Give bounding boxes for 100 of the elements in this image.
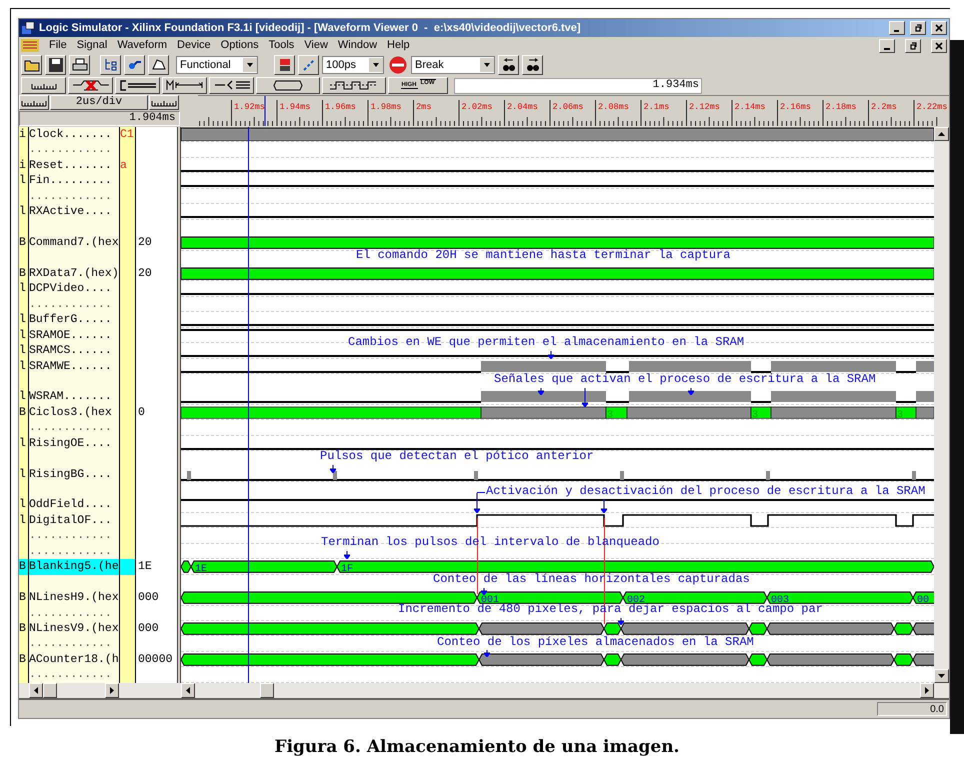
bus-button[interactable]: [256, 77, 320, 94]
toolbar-button[interactable]: [148, 55, 169, 75]
cursor-time-field[interactable]: 1.934ms: [454, 78, 702, 94]
signal-value: 20: [138, 268, 152, 280]
delete-wave-icon: [72, 79, 110, 92]
toolbar-button[interactable]: [100, 55, 121, 75]
signal-type: l: [19, 204, 27, 220]
signal-name[interactable]: Clock.......: [29, 127, 119, 142]
signal-name[interactable]: Ciclos3.(hex: [29, 404, 119, 420]
signal-name[interactable]: RXActive....: [29, 204, 119, 220]
signal-type: B: [19, 621, 27, 636]
time-label: 2.12ms: [689, 102, 720, 112]
signal-name[interactable]: DCPVideo....: [29, 281, 119, 297]
signal-name[interactable]: Reset.......: [29, 158, 119, 174]
signal-name[interactable]: ACounter18.(h: [29, 652, 119, 668]
close-icon: [935, 42, 943, 50]
find-previous-button[interactable]: [498, 55, 519, 75]
hierarchy-icon: [102, 57, 118, 73]
scroll-thumb[interactable]: [260, 683, 274, 698]
menu-item[interactable]: Tools: [268, 37, 294, 54]
scroll-right-button[interactable]: [105, 683, 119, 698]
horizontal-scrollbar[interactable]: [29, 683, 119, 698]
horizontal-scrollbar[interactable]: [181, 683, 934, 698]
zoom-in-button[interactable]: [19, 95, 49, 110]
scroll-right-button[interactable]: [920, 683, 934, 698]
signal-name[interactable]: DigitalOF...: [29, 512, 119, 528]
measure-button[interactable]: [162, 77, 207, 94]
dot-leader: ............: [29, 188, 112, 204]
close-button[interactable]: [931, 21, 947, 35]
menu-item[interactable]: Help: [387, 37, 410, 54]
scroll-left-button[interactable]: [181, 683, 195, 698]
minimize-button[interactable]: [889, 21, 905, 35]
signal-name[interactable]: Fin.........: [29, 173, 119, 189]
dot-leader: ............: [29, 296, 112, 312]
step-button[interactable]: [298, 55, 319, 75]
menu-item[interactable]: View: [304, 37, 328, 54]
menu-item[interactable]: File: [49, 37, 67, 54]
time-label: 1.94ms: [280, 102, 311, 112]
scroll-up-button[interactable]: [934, 127, 949, 141]
arrow-icon: [330, 465, 336, 473]
scroll-down-button[interactable]: [934, 669, 949, 683]
break-select[interactable]: Break: [411, 56, 495, 74]
signal-type: l: [19, 343, 27, 359]
annotation-label: Pulsos que detectan el pótico anterior: [320, 450, 594, 462]
menu-item[interactable]: Device: [177, 37, 211, 54]
signal-name[interactable]: NLinesH9.(hex: [29, 590, 119, 606]
time-label: 2.06ms: [552, 102, 584, 112]
signal-name[interactable]: SRAMOE......: [29, 328, 119, 344]
binoculars-icon: [526, 58, 540, 72]
step-select[interactable]: 100ps: [322, 56, 384, 74]
document-restore-button[interactable]: [905, 38, 921, 52]
signal-name[interactable]: OddField....: [29, 498, 119, 513]
menu-item[interactable]: Signal: [76, 37, 108, 54]
signal-value: 00000: [138, 654, 173, 666]
signal-name[interactable]: SRAMWE......: [29, 358, 119, 374]
signal-name[interactable]: RisingBG....: [29, 466, 119, 482]
signal-name[interactable]: Blanking5.(he: [29, 559, 119, 575]
status-field: 0.0: [877, 702, 947, 716]
menu-item[interactable]: Waveform: [117, 37, 168, 54]
power-on-button[interactable]: [274, 55, 295, 75]
ruler-button[interactable]: [21, 77, 66, 94]
toolbar-button[interactable]: [45, 55, 66, 75]
find-next-button[interactable]: [522, 55, 543, 75]
signal-name[interactable]: WSRAM.......: [29, 389, 119, 405]
printer-icon: [72, 57, 88, 73]
toolbar-button[interactable]: [124, 55, 145, 75]
clock-button[interactable]: [115, 77, 160, 94]
signal-name[interactable]: RXData7.(hex): [29, 266, 119, 282]
scroll-left-button[interactable]: [29, 683, 43, 698]
toolbar-button[interactable]: [21, 55, 42, 75]
signal-name[interactable]: RisingOE....: [29, 436, 119, 452]
bus-value: 002: [627, 595, 646, 605]
signal-name[interactable]: Command7.(hex: [29, 235, 119, 250]
menu-item[interactable]: Options: [220, 37, 259, 54]
signal-type: l: [19, 328, 27, 344]
signal-name[interactable]: NLinesV9.(hex: [29, 621, 119, 636]
bus-wave-icon: [273, 80, 303, 91]
document-minimize-button[interactable]: [879, 38, 895, 52]
vertical-scrollbar[interactable]: [934, 127, 949, 683]
compare-button[interactable]: [209, 77, 254, 94]
mode-select[interactable]: Functional: [176, 56, 258, 74]
scroll-thumb[interactable]: [43, 683, 57, 698]
restore-button[interactable]: [910, 21, 926, 35]
ruler-icon: [21, 98, 47, 106]
toolbar-button[interactable]: [69, 55, 90, 75]
menu-item[interactable]: Window: [338, 37, 378, 54]
figure-caption: Figura 6. Almacenamiento de una imagen.: [274, 736, 680, 759]
window-title: Logic Simulator - Xilinx Foundation F3.1i [videodij] - [Waveform Viewer 0 - e:\xs40\videodij\vector6.tve]: [39, 22, 582, 34]
zoom-out-button[interactable]: [149, 95, 179, 110]
delete-signal-button[interactable]: [68, 77, 113, 94]
pulse-button[interactable]: [322, 77, 386, 94]
stop-sign-icon[interactable]: [389, 56, 407, 74]
signal-value: 1E: [138, 561, 152, 573]
dot-leader: ............: [29, 142, 112, 158]
signal-name[interactable]: BufferG.....: [29, 312, 119, 328]
document-close-button[interactable]: [931, 38, 947, 52]
signal-name[interactable]: SRAMCS......: [29, 343, 119, 359]
signal-type: i: [19, 127, 27, 142]
signal-type: B: [19, 235, 27, 250]
scale-button[interactable]: 2us/div: [50, 95, 148, 110]
